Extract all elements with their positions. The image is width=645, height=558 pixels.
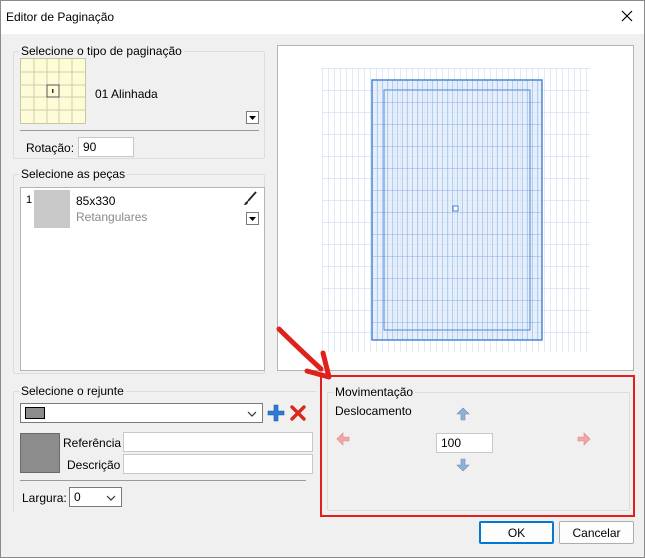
delete-x-icon (290, 405, 306, 421)
grout-width-value: 0 (74, 490, 81, 504)
window-title: Editor de Paginação (6, 10, 115, 24)
brush-button[interactable] (242, 191, 258, 207)
displacement-input[interactable]: 100 (436, 433, 493, 453)
pagination-type-group-label: Selecione o tipo de paginação (19, 44, 184, 58)
arrow-down-icon (456, 458, 470, 472)
move-left-button[interactable] (335, 431, 351, 447)
displacement-label: Deslocamento (335, 404, 412, 418)
grout-color-swatch[interactable] (20, 433, 60, 473)
pagination-type-dropdown[interactable] (246, 111, 259, 124)
grout-reference-label: Referência (63, 436, 122, 450)
grout-width-select[interactable]: 0 (69, 487, 122, 507)
delete-grout-button[interactable] (289, 404, 307, 422)
add-grout-button[interactable] (267, 404, 285, 422)
arrow-left-icon (336, 432, 350, 446)
grout-group-label: Selecione o rejunte (19, 384, 126, 398)
title-bar: Editor de Paginação (1, 1, 644, 34)
dialog-window: Editor de Paginação Selecione o tipo de … (0, 0, 645, 558)
cancel-button[interactable]: Cancelar (559, 521, 634, 544)
chevron-down-icon (106, 495, 116, 501)
pieces-group-label: Selecione as peças (19, 167, 128, 181)
chevron-down-icon (249, 115, 256, 120)
rotation-input[interactable]: 90 (78, 137, 134, 157)
arrow-up-icon (456, 407, 470, 421)
grout-select[interactable] (20, 403, 263, 423)
piece-index: 1 (26, 194, 33, 206)
piece-size: 85x330 (76, 194, 116, 208)
close-button[interactable] (618, 7, 636, 25)
grout-select-swatch (25, 407, 45, 419)
pagination-grid-icon (21, 59, 85, 123)
brush-icon (244, 191, 257, 205)
move-right-button[interactable] (576, 431, 592, 447)
arrow-right-icon (577, 432, 591, 446)
pagination-type-name: 01 Alinhada (95, 87, 158, 101)
move-up-button[interactable] (455, 406, 471, 422)
rotation-label: Rotação: (26, 141, 75, 155)
grout-description-label: Descrição (67, 458, 121, 472)
pagination-thumbnail[interactable] (20, 58, 86, 124)
movement-group-label: Movimentação (333, 385, 416, 399)
chevron-down-icon (247, 411, 257, 417)
grout-description-input[interactable] (123, 454, 313, 474)
layout-preview-canvas (322, 68, 590, 352)
close-icon (621, 10, 633, 22)
piece-thumbnail (34, 190, 70, 228)
annotation-arrow (276, 326, 332, 380)
grout-divider (20, 480, 306, 481)
move-down-button[interactable] (455, 457, 471, 473)
piece-dropdown[interactable] (246, 212, 259, 225)
piece-type: Retangulares (76, 210, 148, 224)
grout-reference-input[interactable] (123, 432, 313, 452)
chevron-down-icon (249, 216, 256, 221)
ok-button[interactable]: OK (479, 521, 554, 544)
pagination-divider (20, 130, 259, 131)
plus-icon (267, 404, 285, 422)
grout-width-label: Largura: (22, 491, 67, 505)
